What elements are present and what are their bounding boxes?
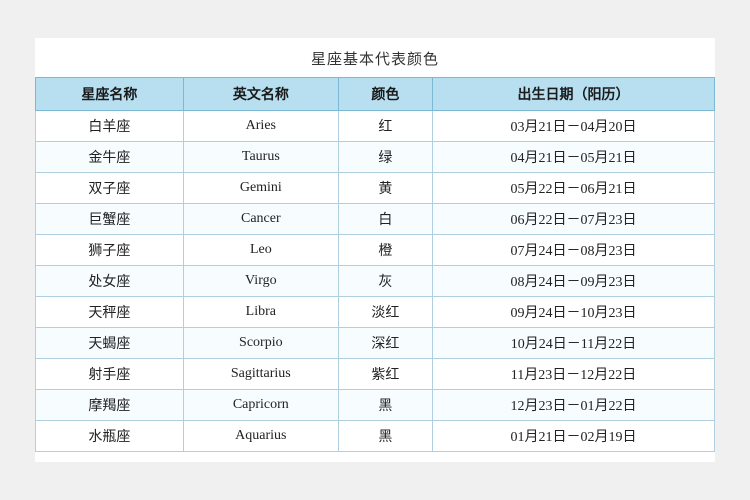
page-title: 星座基本代表颜色	[35, 48, 715, 69]
table-row: 金牛座Taurus绿04月21日－05月21日	[36, 142, 715, 173]
cell-english: Cancer	[183, 204, 338, 235]
cell-chinese: 处女座	[36, 266, 184, 297]
table-row: 天秤座Libra淡红09月24日－10月23日	[36, 297, 715, 328]
cell-color: 黑	[338, 390, 432, 421]
cell-chinese: 射手座	[36, 359, 184, 390]
col-header-color: 颜色	[338, 78, 432, 111]
main-container: 星座基本代表颜色 星座名称 英文名称 颜色 出生日期（阳历） 白羊座Aries红…	[35, 38, 715, 462]
table-row: 狮子座Leo橙07月24日－08月23日	[36, 235, 715, 266]
cell-dates: 05月22日－06月21日	[432, 173, 714, 204]
cell-dates: 08月24日－09月23日	[432, 266, 714, 297]
table-row: 水瓶座Aquarius黑01月21日－02月19日	[36, 421, 715, 452]
cell-english: Capricorn	[183, 390, 338, 421]
cell-color: 紫红	[338, 359, 432, 390]
cell-chinese: 狮子座	[36, 235, 184, 266]
cell-dates: 01月21日－02月19日	[432, 421, 714, 452]
cell-dates: 10月24日－11月22日	[432, 328, 714, 359]
cell-color: 深红	[338, 328, 432, 359]
cell-english: Aries	[183, 111, 338, 142]
table-row: 巨蟹座Cancer白06月22日－07月23日	[36, 204, 715, 235]
cell-chinese: 白羊座	[36, 111, 184, 142]
cell-dates: 11月23日－12月22日	[432, 359, 714, 390]
cell-english: Sagittarius	[183, 359, 338, 390]
cell-chinese: 双子座	[36, 173, 184, 204]
cell-chinese: 摩羯座	[36, 390, 184, 421]
table-row: 处女座Virgo灰08月24日－09月23日	[36, 266, 715, 297]
cell-chinese: 天秤座	[36, 297, 184, 328]
cell-chinese: 水瓶座	[36, 421, 184, 452]
cell-dates: 09月24日－10月23日	[432, 297, 714, 328]
cell-color: 白	[338, 204, 432, 235]
cell-english: Aquarius	[183, 421, 338, 452]
cell-color: 橙	[338, 235, 432, 266]
col-header-dates: 出生日期（阳历）	[432, 78, 714, 111]
cell-chinese: 金牛座	[36, 142, 184, 173]
table-header-row: 星座名称 英文名称 颜色 出生日期（阳历）	[36, 78, 715, 111]
table-row: 天蝎座Scorpio深红10月24日－11月22日	[36, 328, 715, 359]
cell-english: Virgo	[183, 266, 338, 297]
table-row: 双子座Gemini黄05月22日－06月21日	[36, 173, 715, 204]
cell-color: 红	[338, 111, 432, 142]
cell-color: 黄	[338, 173, 432, 204]
cell-dates: 12月23日－01月22日	[432, 390, 714, 421]
cell-english: Libra	[183, 297, 338, 328]
cell-english: Taurus	[183, 142, 338, 173]
cell-dates: 03月21日－04月20日	[432, 111, 714, 142]
cell-dates: 07月24日－08月23日	[432, 235, 714, 266]
cell-color: 黑	[338, 421, 432, 452]
cell-english: Scorpio	[183, 328, 338, 359]
col-header-chinese: 星座名称	[36, 78, 184, 111]
cell-dates: 06月22日－07月23日	[432, 204, 714, 235]
table-row: 射手座Sagittarius紫红11月23日－12月22日	[36, 359, 715, 390]
cell-color: 灰	[338, 266, 432, 297]
cell-chinese: 巨蟹座	[36, 204, 184, 235]
cell-english: Leo	[183, 235, 338, 266]
table-row: 白羊座Aries红03月21日－04月20日	[36, 111, 715, 142]
zodiac-table: 星座名称 英文名称 颜色 出生日期（阳历） 白羊座Aries红03月21日－04…	[35, 77, 715, 452]
cell-chinese: 天蝎座	[36, 328, 184, 359]
cell-dates: 04月21日－05月21日	[432, 142, 714, 173]
cell-english: Gemini	[183, 173, 338, 204]
cell-color: 淡红	[338, 297, 432, 328]
cell-color: 绿	[338, 142, 432, 173]
table-row: 摩羯座Capricorn黑12月23日－01月22日	[36, 390, 715, 421]
col-header-english: 英文名称	[183, 78, 338, 111]
